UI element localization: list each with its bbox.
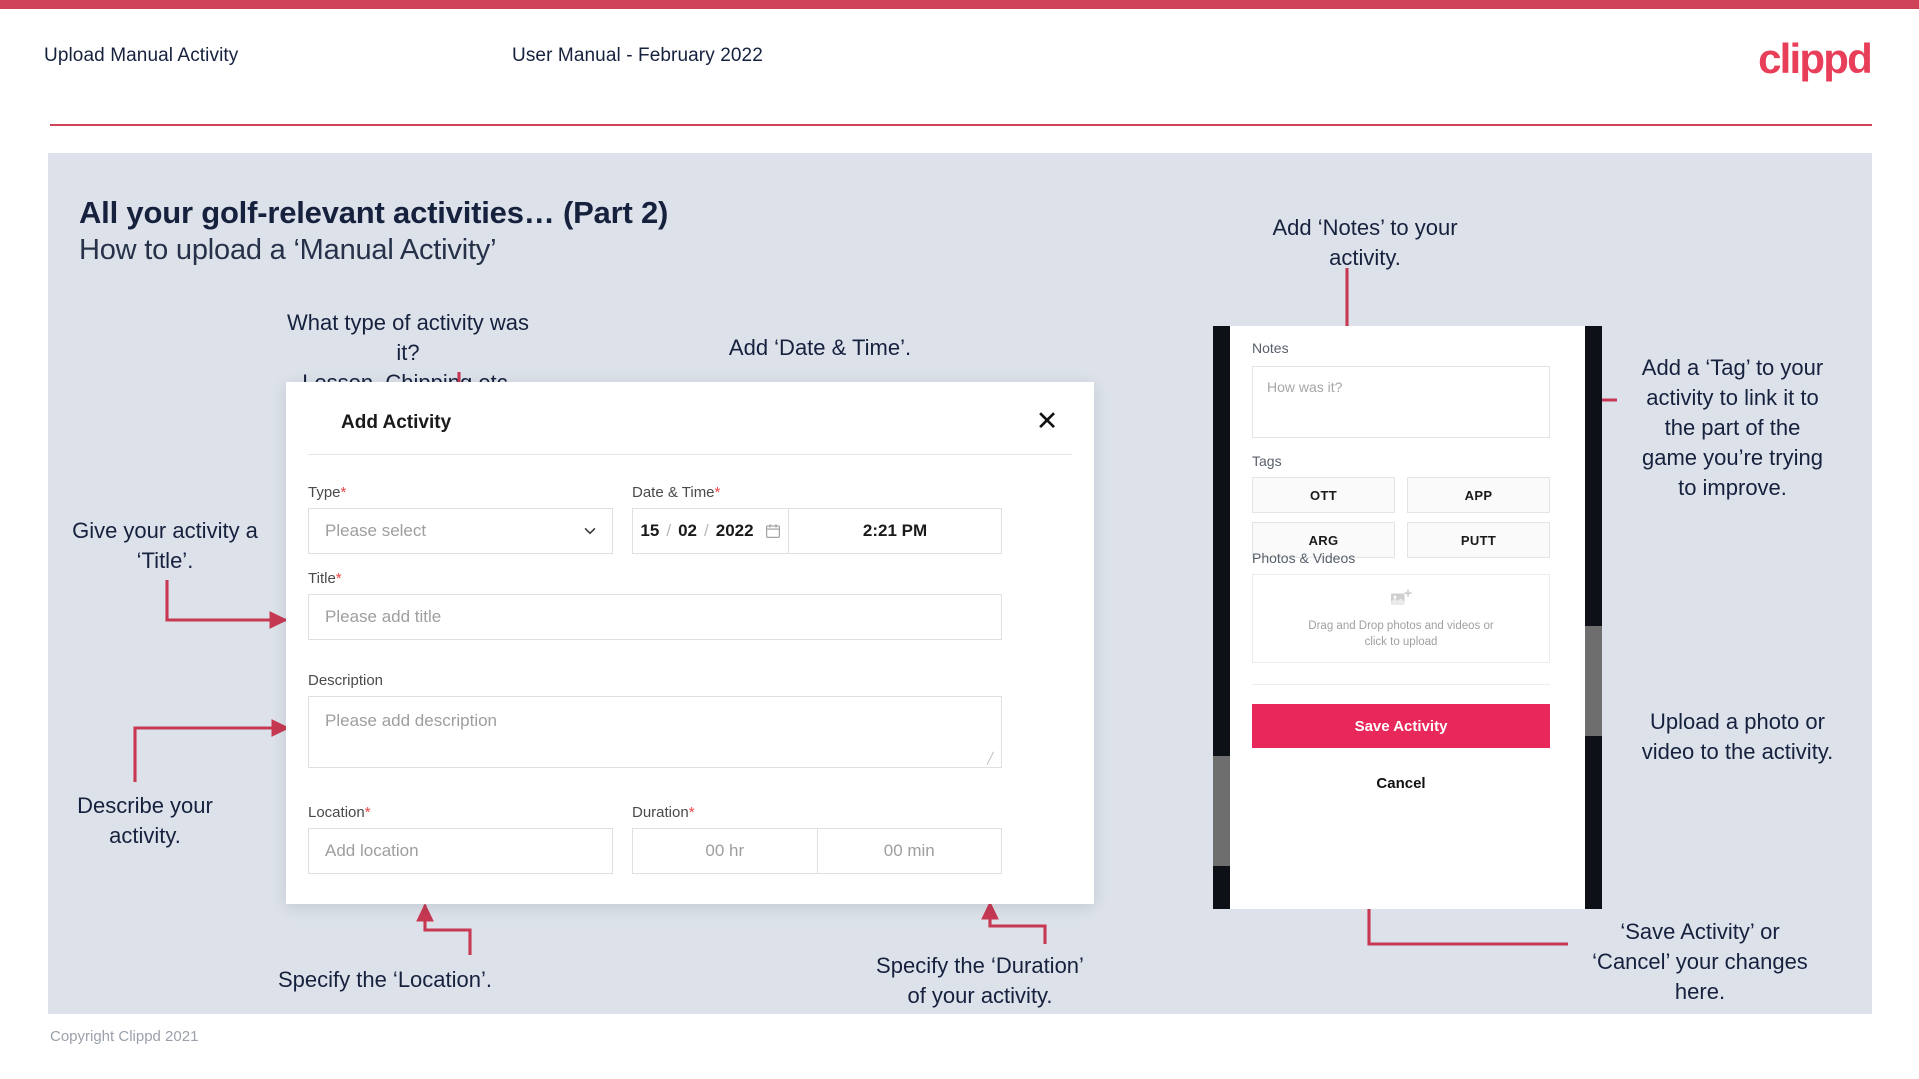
date-sep-2: /	[704, 521, 709, 540]
description-textarea[interactable]: Please add description ╱	[308, 696, 1002, 768]
phone-divider	[1252, 684, 1550, 685]
title-required-mark: *	[335, 570, 342, 587]
location-input[interactable]: Add location	[308, 828, 613, 874]
date-day: 15	[640, 521, 660, 540]
annotation-notes: Add ‘Notes’ to your activity.	[1272, 215, 1458, 270]
copyright-footer: Copyright Clippd 2021	[50, 1028, 199, 1045]
save-activity-button[interactable]: Save Activity	[1252, 704, 1550, 748]
photos-videos-label: Photos & Videos	[1252, 550, 1356, 566]
annotation-description: Describe your activity.	[77, 793, 213, 848]
duration-label-text: Duration	[632, 804, 689, 821]
add-image-icon	[1391, 589, 1412, 605]
phone-scrollbar-left[interactable]	[1213, 756, 1230, 866]
resize-grip-icon[interactable]: ╱	[987, 754, 998, 765]
title-label: Title*	[308, 570, 342, 587]
duration-minutes-input[interactable]: 00 min	[818, 829, 1002, 873]
datetime-field[interactable]: 15 / 02 / 2022 2:21 PM	[632, 508, 1002, 554]
slide-page: Upload Manual Activity User Manual - Feb…	[0, 0, 1919, 1079]
date-sep-1: /	[666, 521, 672, 540]
type-label: Type*	[308, 484, 346, 501]
page-subtitle: How to upload a ‘Manual Activity’	[79, 234, 497, 266]
phone-bezel-right	[1585, 326, 1602, 909]
header-center-title: User Manual - February 2022	[512, 45, 763, 66]
duration-label: Duration*	[632, 804, 695, 821]
notes-placeholder: How was it?	[1267, 379, 1343, 395]
tags-label: Tags	[1252, 453, 1282, 469]
title-label-text: Title	[308, 570, 336, 587]
dialog-divider	[308, 454, 1072, 455]
duration-minutes-placeholder: 00 min	[883, 841, 935, 860]
date-input[interactable]: 15 / 02 / 2022	[633, 509, 789, 553]
date-month: 02	[678, 521, 697, 540]
photo-upload-dropzone[interactable]: Drag and Drop photos and videos or click…	[1252, 574, 1550, 663]
datetime-label: Date & Time*	[632, 484, 720, 501]
datetime-label-text: Date & Time	[632, 484, 715, 501]
time-value: 2:21 PM	[862, 521, 928, 540]
cancel-button[interactable]: Cancel	[1252, 766, 1550, 800]
annotation-tags: Add a ‘Tag’ to your activity to link it …	[1641, 355, 1824, 500]
close-icon[interactable]: ✕	[1030, 404, 1064, 438]
add-activity-dialog: Add Activity ✕ Type* Please select Date …	[286, 382, 1094, 904]
description-label-text: Description	[308, 672, 384, 689]
location-required-mark: *	[364, 804, 371, 821]
description-placeholder: Please add description	[325, 711, 498, 730]
annotation-photos: Upload a photo or video to the activity.	[1641, 709, 1834, 764]
tag-button-app[interactable]: APP	[1407, 477, 1550, 513]
annotation-duration: Specify the ‘Duration’ of your activity.	[876, 953, 1084, 1008]
dropzone-line-1: Drag and Drop photos and videos or	[1308, 620, 1494, 632]
dropzone-line-2: click to upload	[1364, 636, 1438, 648]
duration-hours-input[interactable]: 00 hr	[633, 829, 818, 873]
phone-scrollbar-right[interactable]	[1585, 626, 1602, 736]
annotation-title: Give your activity a ‘Title’.	[72, 518, 258, 573]
annotation-save-cancel: ‘Save Activity’ or ‘Cancel’ your changes…	[1592, 919, 1808, 1004]
location-label-text: Location	[308, 804, 365, 821]
dialog-title: Add Activity	[341, 412, 452, 433]
annotation-datetime: Add ‘Date & Time’.	[728, 335, 912, 360]
type-required-mark: *	[340, 484, 347, 501]
notes-textarea[interactable]: How was it?	[1252, 366, 1550, 438]
type-label-text: Type	[308, 484, 341, 501]
clippd-logo: clippd	[1758, 35, 1873, 82]
date-year: 2022	[715, 521, 754, 540]
phone-screen: Notes How was it? Tags OTT APP ARG PUTT …	[1230, 326, 1585, 909]
phone-mockup: Notes How was it? Tags OTT APP ARG PUTT …	[1213, 326, 1602, 909]
phone-bezel-left	[1213, 326, 1230, 909]
annotation-location: Specify the ‘Location’.	[277, 967, 493, 992]
type-select-value: Please select	[325, 521, 427, 540]
location-label: Location*	[308, 804, 371, 821]
calendar-icon[interactable]	[765, 523, 781, 539]
dropzone-text: Drag and Drop photos and videos or click…	[1308, 618, 1493, 650]
duration-hours-placeholder: 00 hr	[705, 841, 745, 860]
tag-button-putt[interactable]: PUTT	[1407, 522, 1550, 558]
title-input[interactable]: Please add title	[308, 594, 1002, 640]
top-accent-bar	[0, 0, 1919, 9]
chevron-down-icon	[584, 528, 596, 535]
description-label: Description	[308, 672, 383, 689]
title-input-placeholder: Please add title	[325, 607, 442, 626]
location-placeholder: Add location	[325, 841, 419, 860]
page-title: All your golf-relevant activities… (Part…	[79, 195, 669, 230]
tag-button-ott[interactable]: OTT	[1252, 477, 1395, 513]
time-input[interactable]: 2:21 PM	[789, 509, 1001, 553]
duration-field: 00 hr 00 min	[632, 828, 1002, 874]
header-divider	[50, 124, 1872, 126]
header-left-title: Upload Manual Activity	[44, 45, 239, 66]
datetime-required-mark: *	[714, 484, 721, 501]
type-select[interactable]: Please select	[308, 508, 613, 554]
duration-required-mark: *	[688, 804, 695, 821]
notes-label: Notes	[1252, 340, 1289, 356]
